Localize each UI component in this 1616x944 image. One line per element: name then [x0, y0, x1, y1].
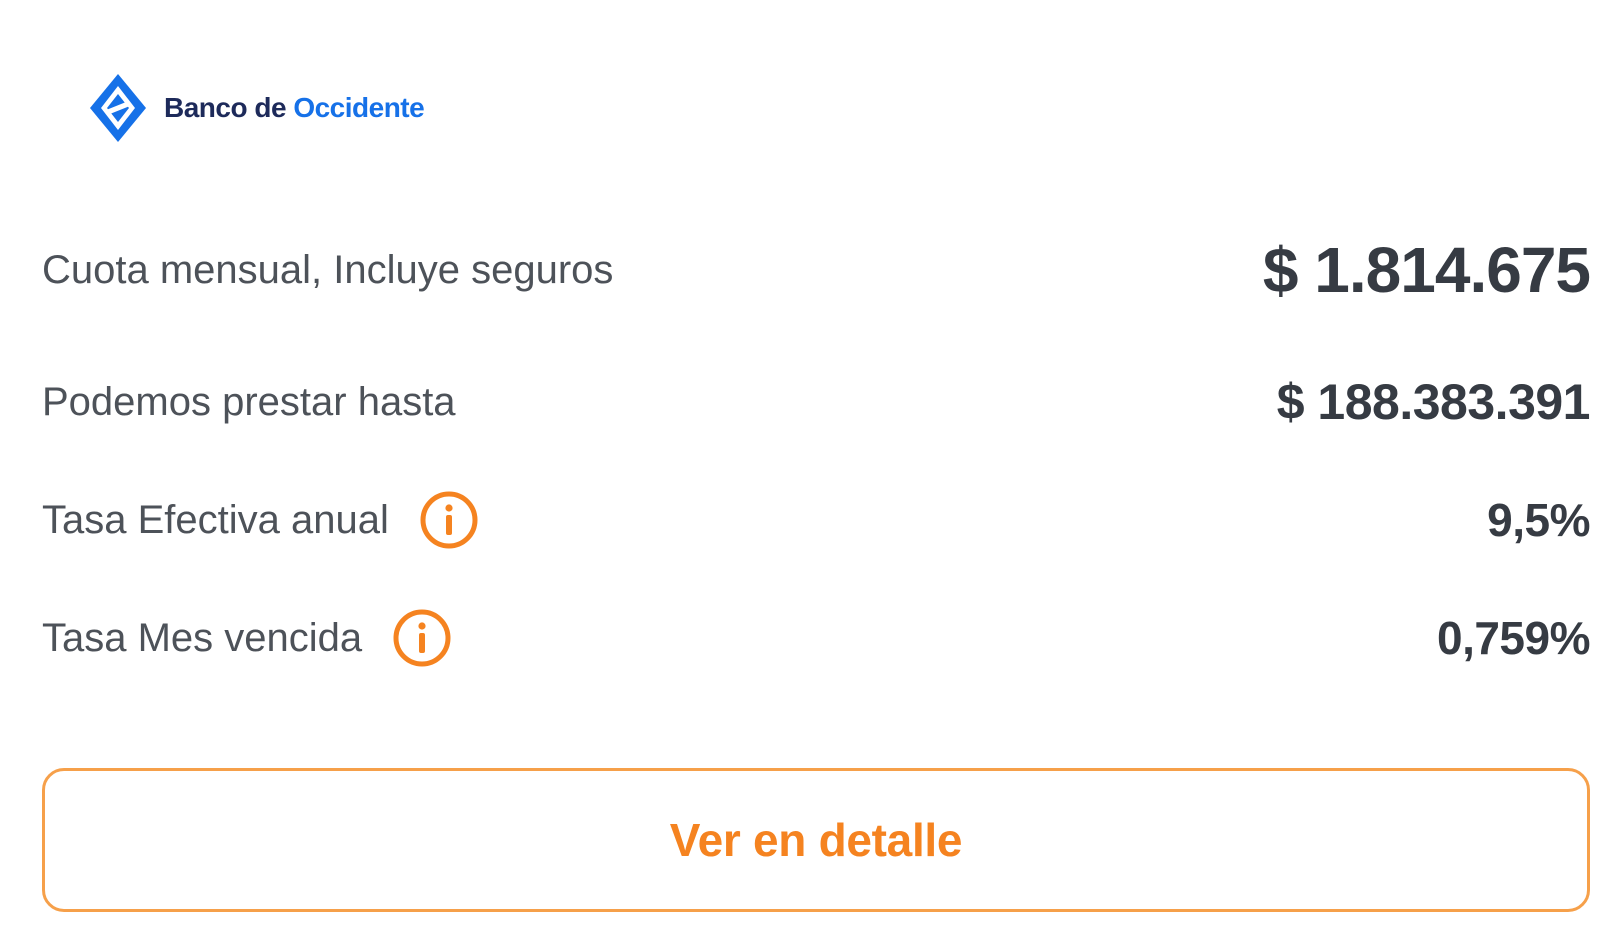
annual-rate-label: Tasa Efectiva anual [42, 497, 389, 542]
annual-rate-value: 9,5% [1487, 494, 1590, 546]
monthly-payment-row: Cuota mensual, Incluye seguros $ 1.814.6… [42, 230, 1591, 310]
monthly-payment-value: $ 1.814.675 [1262, 234, 1591, 306]
monthly-rate-label-group: Tasa Mes vencida [42, 608, 452, 668]
bank-name-part1: Banco de [164, 92, 287, 123]
monthly-rate-value: 0,759% [1436, 612, 1591, 664]
banco-occidente-diamond-logo-icon [90, 74, 146, 142]
monthly-rate-label: Tasa Mes vencida [42, 615, 363, 660]
view-detail-button[interactable]: Ver en detalle [42, 768, 1590, 912]
max-loan-row: Podemos prestar hasta $ 188.383.391 [42, 370, 1591, 434]
annual-rate-label-group: Tasa Efectiva anual [42, 490, 479, 550]
monthly-payment-label: Cuota mensual, Incluye seguros [42, 247, 614, 292]
bank-name-part2: Occidente [293, 92, 425, 123]
view-detail-button-label: Ver en detalle [669, 814, 963, 866]
monthly-rate-info-icon[interactable] [392, 608, 452, 668]
monthly-rate-row: Tasa Mes vencida 0,759% [42, 606, 1591, 670]
max-loan-value: $ 188.383.391 [1276, 374, 1591, 430]
bank-name: Banco de Occidente [164, 92, 425, 124]
max-loan-label: Podemos prestar hasta [42, 379, 456, 424]
annual-rate-info-icon[interactable] [419, 490, 479, 550]
annual-rate-row: Tasa Efectiva anual 9,5% [42, 488, 1590, 552]
bank-logo: Banco de Occidente [88, 72, 425, 144]
